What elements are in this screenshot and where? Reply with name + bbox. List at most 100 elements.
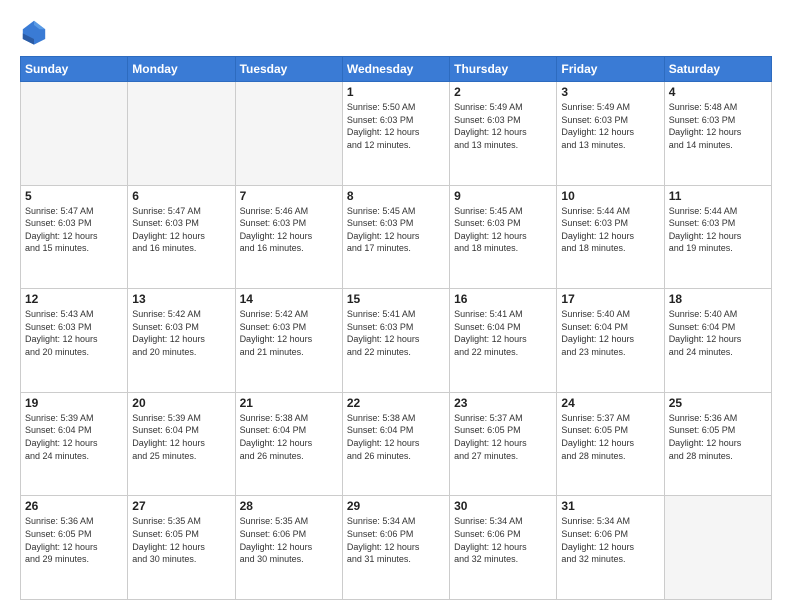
calendar-cell: 2Sunrise: 5:49 AM Sunset: 6:03 PM Daylig… bbox=[450, 82, 557, 186]
calendar-cell: 23Sunrise: 5:37 AM Sunset: 6:05 PM Dayli… bbox=[450, 392, 557, 496]
day-number: 19 bbox=[25, 396, 123, 410]
day-number: 12 bbox=[25, 292, 123, 306]
calendar-cell: 15 Sunrise: 5:41 AM Sunset: 6:03 PM Dayli… bbox=[342, 289, 449, 393]
cell-info: Sunrise: 5:38 AM Sunset: 6:04 PM Dayligh… bbox=[347, 412, 445, 462]
day-number: 4 bbox=[669, 85, 767, 99]
day-number: 1 bbox=[347, 85, 445, 99]
cell-info: Sunrise: 5:37 AM Sunset: 6:05 PM Dayligh… bbox=[561, 412, 659, 462]
col-header-thursday: Thursday bbox=[450, 57, 557, 82]
header bbox=[20, 18, 772, 46]
calendar-cell: 8 Sunrise: 5:45 AM Sunset: 6:03 PM Daylig… bbox=[342, 185, 449, 289]
calendar-cell: 25 Sunrise: 5:36 AM Sunset: 6:05 PM Dayli… bbox=[664, 392, 771, 496]
calendar-cell: 13 Sunrise: 5:42 AM Sunset: 6:03 PM Dayli… bbox=[128, 289, 235, 393]
cell-info: Sunrise: 5:37 AM Sunset: 6:05 PM Dayligh… bbox=[454, 412, 552, 462]
logo bbox=[20, 18, 52, 46]
cell-info: Sunrise: 5:41 AM Sunset: 6:04 PM Dayligh… bbox=[454, 308, 552, 358]
day-number: 10 bbox=[561, 189, 659, 203]
day-number: 28 bbox=[240, 499, 338, 513]
cell-info: Sunrise: 5:42 AM Sunset: 6:03 PM Dayligh… bbox=[240, 308, 338, 358]
day-number: 30 bbox=[454, 499, 552, 513]
day-number: 14 bbox=[240, 292, 338, 306]
calendar-cell: 16 Sunrise: 5:41 AM Sunset: 6:04 PM Dayli… bbox=[450, 289, 557, 393]
calendar-cell: 19 Sunrise: 5:39 AM Sunset: 6:04 PM Dayli… bbox=[21, 392, 128, 496]
col-header-saturday: Saturday bbox=[664, 57, 771, 82]
cell-info: Sunrise: 5:39 AM Sunset: 6:04 PM Dayligh… bbox=[132, 412, 230, 462]
calendar-cell: 1 Sunrise: 5:50 AM Sunset: 6:03 PM Daylig… bbox=[342, 82, 449, 186]
calendar-cell: 26 Sunrise: 5:36 AM Sunset: 6:05 PM Dayli… bbox=[21, 496, 128, 600]
day-number: 31 bbox=[561, 499, 659, 513]
day-number: 24 bbox=[561, 396, 659, 410]
calendar-cell: 12 Sunrise: 5:43 AM Sunset: 6:03 PM Dayli… bbox=[21, 289, 128, 393]
calendar-cell: 27Sunrise: 5:35 AM Sunset: 6:05 PM Dayli… bbox=[128, 496, 235, 600]
cell-info: Sunrise: 5:47 AM Sunset: 6:03 PM Dayligh… bbox=[25, 205, 123, 255]
day-number: 21 bbox=[240, 396, 338, 410]
day-number: 11 bbox=[669, 189, 767, 203]
cell-info: Sunrise: 5:50 AM Sunset: 6:03 PM Dayligh… bbox=[347, 101, 445, 151]
calendar-cell: 18 Sunrise: 5:40 AM Sunset: 6:04 PM Dayli… bbox=[664, 289, 771, 393]
day-number: 29 bbox=[347, 499, 445, 513]
calendar-cell: 9 Sunrise: 5:45 AM Sunset: 6:03 PM Daylig… bbox=[450, 185, 557, 289]
calendar-week-4: 26 Sunrise: 5:36 AM Sunset: 6:05 PM Dayli… bbox=[21, 496, 772, 600]
day-number: 20 bbox=[132, 396, 230, 410]
calendar-cell: 11 Sunrise: 5:44 AM Sunset: 6:03 PM Dayli… bbox=[664, 185, 771, 289]
calendar-cell: 30 Sunrise: 5:34 AM Sunset: 6:06 PM Dayli… bbox=[450, 496, 557, 600]
calendar-cell: 10 Sunrise: 5:44 AM Sunset: 6:03 PM Dayli… bbox=[557, 185, 664, 289]
logo-icon bbox=[20, 18, 48, 46]
day-number: 9 bbox=[454, 189, 552, 203]
calendar-cell: 20 Sunrise: 5:39 AM Sunset: 6:04 PM Dayli… bbox=[128, 392, 235, 496]
calendar-cell: 31 Sunrise: 5:34 AM Sunset: 6:06 PM Dayli… bbox=[557, 496, 664, 600]
day-number: 26 bbox=[25, 499, 123, 513]
cell-info: Sunrise: 5:34 AM Sunset: 6:06 PM Dayligh… bbox=[454, 515, 552, 565]
calendar-week-1: 5 Sunrise: 5:47 AM Sunset: 6:03 PM Daylig… bbox=[21, 185, 772, 289]
cell-info: Sunrise: 5:36 AM Sunset: 6:05 PM Dayligh… bbox=[669, 412, 767, 462]
day-number: 8 bbox=[347, 189, 445, 203]
day-number: 13 bbox=[132, 292, 230, 306]
calendar-cell: 14 Sunrise: 5:42 AM Sunset: 6:03 PM Dayli… bbox=[235, 289, 342, 393]
day-number: 7 bbox=[240, 189, 338, 203]
cell-info: Sunrise: 5:34 AM Sunset: 6:06 PM Dayligh… bbox=[347, 515, 445, 565]
calendar-cell: 28 Sunrise: 5:35 AM Sunset: 6:06 PM Dayli… bbox=[235, 496, 342, 600]
cell-info: Sunrise: 5:40 AM Sunset: 6:04 PM Dayligh… bbox=[669, 308, 767, 358]
calendar-week-0: 1 Sunrise: 5:50 AM Sunset: 6:03 PM Daylig… bbox=[21, 82, 772, 186]
col-header-monday: Monday bbox=[128, 57, 235, 82]
calendar-week-3: 19 Sunrise: 5:39 AM Sunset: 6:04 PM Dayli… bbox=[21, 392, 772, 496]
cell-info: Sunrise: 5:47 AM Sunset: 6:03 PM Dayligh… bbox=[132, 205, 230, 255]
cell-info: Sunrise: 5:42 AM Sunset: 6:03 PM Dayligh… bbox=[132, 308, 230, 358]
calendar-cell: 24 Sunrise: 5:37 AM Sunset: 6:05 PM Dayli… bbox=[557, 392, 664, 496]
day-number: 15 bbox=[347, 292, 445, 306]
calendar-cell: 4Sunrise: 5:48 AM Sunset: 6:03 PM Daylig… bbox=[664, 82, 771, 186]
cell-info: Sunrise: 5:43 AM Sunset: 6:03 PM Dayligh… bbox=[25, 308, 123, 358]
day-number: 5 bbox=[25, 189, 123, 203]
cell-info: Sunrise: 5:34 AM Sunset: 6:06 PM Dayligh… bbox=[561, 515, 659, 565]
col-header-tuesday: Tuesday bbox=[235, 57, 342, 82]
cell-info: Sunrise: 5:45 AM Sunset: 6:03 PM Dayligh… bbox=[454, 205, 552, 255]
cell-info: Sunrise: 5:44 AM Sunset: 6:03 PM Dayligh… bbox=[669, 205, 767, 255]
calendar-cell bbox=[128, 82, 235, 186]
calendar-cell: 3Sunrise: 5:49 AM Sunset: 6:03 PM Daylig… bbox=[557, 82, 664, 186]
calendar-cell bbox=[235, 82, 342, 186]
cell-info: Sunrise: 5:40 AM Sunset: 6:04 PM Dayligh… bbox=[561, 308, 659, 358]
day-number: 27 bbox=[132, 499, 230, 513]
cell-info: Sunrise: 5:41 AM Sunset: 6:03 PM Dayligh… bbox=[347, 308, 445, 358]
day-number: 6 bbox=[132, 189, 230, 203]
calendar-cell: 6 Sunrise: 5:47 AM Sunset: 6:03 PM Daylig… bbox=[128, 185, 235, 289]
day-number: 16 bbox=[454, 292, 552, 306]
day-number: 2 bbox=[454, 85, 552, 99]
calendar-week-2: 12 Sunrise: 5:43 AM Sunset: 6:03 PM Dayli… bbox=[21, 289, 772, 393]
cell-info: Sunrise: 5:46 AM Sunset: 6:03 PM Dayligh… bbox=[240, 205, 338, 255]
cell-info: Sunrise: 5:35 AM Sunset: 6:06 PM Dayligh… bbox=[240, 515, 338, 565]
cell-info: Sunrise: 5:45 AM Sunset: 6:03 PM Dayligh… bbox=[347, 205, 445, 255]
calendar-header-row: SundayMondayTuesdayWednesdayThursdayFrid… bbox=[21, 57, 772, 82]
cell-info: Sunrise: 5:39 AM Sunset: 6:04 PM Dayligh… bbox=[25, 412, 123, 462]
calendar-cell: 21Sunrise: 5:38 AM Sunset: 6:04 PM Dayli… bbox=[235, 392, 342, 496]
cell-info: Sunrise: 5:36 AM Sunset: 6:05 PM Dayligh… bbox=[25, 515, 123, 565]
cell-info: Sunrise: 5:44 AM Sunset: 6:03 PM Dayligh… bbox=[561, 205, 659, 255]
day-number: 25 bbox=[669, 396, 767, 410]
day-number: 22 bbox=[347, 396, 445, 410]
page: SundayMondayTuesdayWednesdayThursdayFrid… bbox=[0, 0, 792, 612]
calendar-cell: 7 Sunrise: 5:46 AM Sunset: 6:03 PM Daylig… bbox=[235, 185, 342, 289]
col-header-wednesday: Wednesday bbox=[342, 57, 449, 82]
day-number: 18 bbox=[669, 292, 767, 306]
calendar-cell: 17Sunrise: 5:40 AM Sunset: 6:04 PM Dayli… bbox=[557, 289, 664, 393]
day-number: 3 bbox=[561, 85, 659, 99]
